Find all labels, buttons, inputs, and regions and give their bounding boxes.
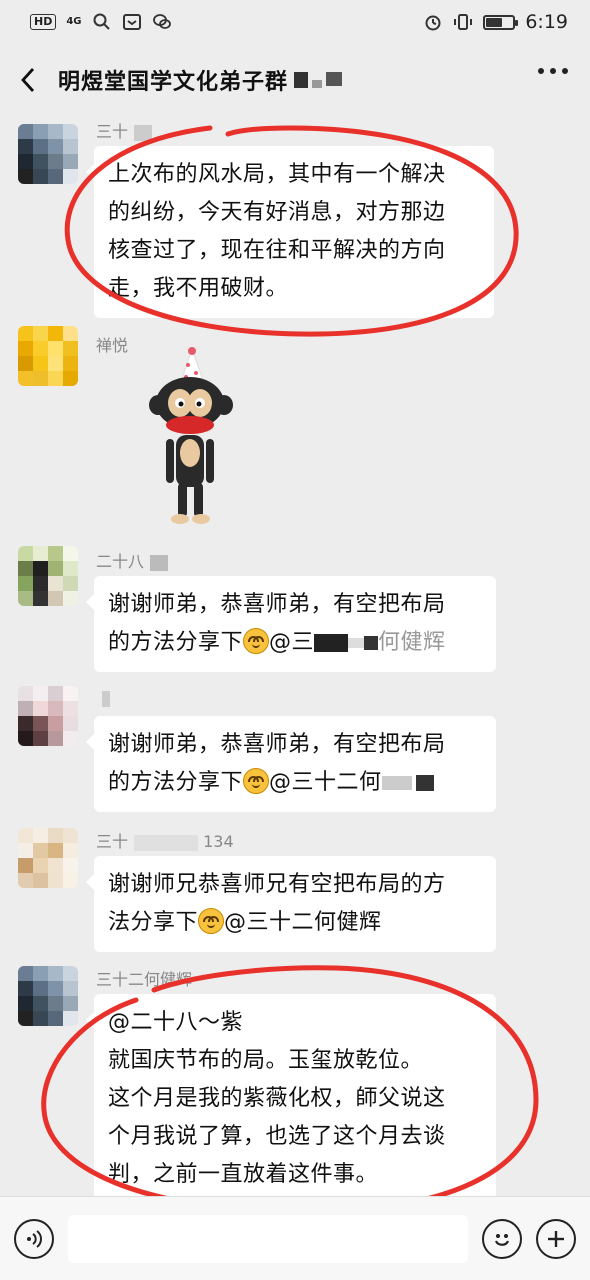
mention-text: @三十二何健辉 bbox=[224, 910, 382, 935]
sender-name: 三十二何健辉 bbox=[96, 970, 193, 989]
message-input[interactable] bbox=[68, 1214, 468, 1263]
sender-name: 二十八 bbox=[96, 548, 169, 572]
emoji-icon bbox=[494, 1233, 510, 1246]
chat-header: 明煜堂国学文化弟子群 bbox=[0, 44, 590, 116]
inbox-icon bbox=[122, 14, 141, 30]
avatar[interactable] bbox=[18, 966, 78, 1026]
censor-mosaic bbox=[381, 776, 412, 790]
avatar[interactable] bbox=[18, 326, 78, 386]
alarm-icon bbox=[425, 15, 441, 31]
chat-input-bar bbox=[0, 1196, 590, 1280]
back-icon bbox=[21, 68, 35, 92]
emoji-button[interactable] bbox=[482, 1218, 522, 1259]
page-title: 明煜堂国学文化弟子群 bbox=[58, 70, 289, 95]
message-line: 这个月是我的紫薇化权，師父说这 bbox=[108, 1086, 446, 1111]
wechat-icon bbox=[152, 14, 171, 29]
message-bubble[interactable]: 谢谢师弟，恭喜师弟，有空把布局 的方法分享下 @三 何健辉 bbox=[86, 576, 496, 672]
clock: 6:19 bbox=[525, 11, 568, 33]
message-line: 上次布的风水局，其中有一个解决 bbox=[108, 162, 446, 187]
avatar[interactable] bbox=[18, 546, 78, 606]
message-line: 谢谢师兄恭喜师兄有空把布局的方 bbox=[108, 872, 446, 897]
mention-name: 何健辉 bbox=[378, 630, 446, 655]
network-indicator: 4G bbox=[66, 16, 82, 27]
sender-name bbox=[96, 688, 110, 707]
search-icon bbox=[93, 13, 110, 30]
message-line-with-mention: 法分享下 @三十二何健辉 bbox=[108, 908, 382, 935]
add-button[interactable] bbox=[536, 1218, 576, 1259]
sender-name: 三十 134 bbox=[96, 832, 234, 851]
message-line: 核查过了，现在往和平解决的方向 bbox=[108, 238, 446, 263]
mention-text: @三十二何 bbox=[269, 770, 382, 795]
status-bar: HD 4G 6:19 bbox=[0, 0, 590, 44]
flushed-emoji-icon bbox=[243, 628, 270, 654]
title-censor-mosaic bbox=[294, 72, 343, 88]
sender-name: 三十 bbox=[96, 118, 153, 142]
censor-mosaic bbox=[314, 634, 349, 652]
message-line: 谢谢师弟，恭喜师弟，有空把布局 bbox=[108, 592, 446, 617]
voice-icon bbox=[27, 1229, 42, 1248]
hd-badge: HD bbox=[30, 14, 57, 30]
avatar[interactable] bbox=[18, 124, 78, 184]
monkey-party-hat-sticker[interactable] bbox=[140, 345, 240, 530]
message-line: 判，之前一直放着这件事。 bbox=[108, 1162, 379, 1187]
avatar[interactable] bbox=[18, 828, 78, 888]
more-button[interactable] bbox=[538, 68, 568, 74]
add-icon bbox=[548, 1230, 564, 1247]
back-button[interactable] bbox=[0, 44, 56, 116]
flushed-emoji-icon bbox=[243, 768, 270, 794]
more-icon bbox=[538, 68, 544, 74]
message-line: 个月我说了算，也选了这个月去谈 bbox=[108, 1124, 446, 1149]
message-line: 谢谢师弟，恭喜师弟，有空把布局 bbox=[108, 732, 446, 757]
message-line: 的纠纷，今天有好消息，对方那边 bbox=[108, 200, 446, 225]
message-line: 就国庆节布的局。玉玺放乾位。 bbox=[108, 1048, 424, 1073]
message-bubble[interactable]: 上次布的风水局，其中有一个解决 的纠纷，今天有好消息，对方那边 核查过了，现在往… bbox=[86, 146, 494, 318]
battery-icon bbox=[483, 14, 519, 30]
mention-line: @二十八～紫 bbox=[108, 1010, 244, 1035]
sender-name: 禅悦 bbox=[96, 336, 129, 355]
message-line: 走，我不用破财。 bbox=[108, 276, 289, 301]
status-right: 6:19 bbox=[423, 11, 568, 33]
message-bubble[interactable]: 谢谢师兄恭喜师兄有空把布局的方 法分享下 @三十二何健辉 bbox=[86, 856, 496, 952]
message-line-with-mention: 的方法分享下 @三十二何 bbox=[108, 764, 482, 802]
mention-text: @三 bbox=[269, 630, 315, 655]
voice-button[interactable] bbox=[14, 1218, 54, 1259]
status-left: HD 4G bbox=[30, 12, 172, 32]
message-line-with-mention: 的方法分享下 @三 何健辉 bbox=[108, 628, 446, 655]
avatar[interactable] bbox=[18, 686, 78, 746]
message-bubble[interactable]: @二十八～紫 就国庆节布的局。玉玺放乾位。 这个月是我的紫薇化权，師父说这 个月… bbox=[86, 994, 496, 1204]
message-bubble[interactable]: 谢谢师弟，恭喜师弟，有空把布局 的方法分享下 @三十二何 bbox=[86, 716, 496, 812]
vibrate-icon bbox=[454, 14, 473, 30]
flushed-emoji-icon bbox=[198, 908, 225, 934]
